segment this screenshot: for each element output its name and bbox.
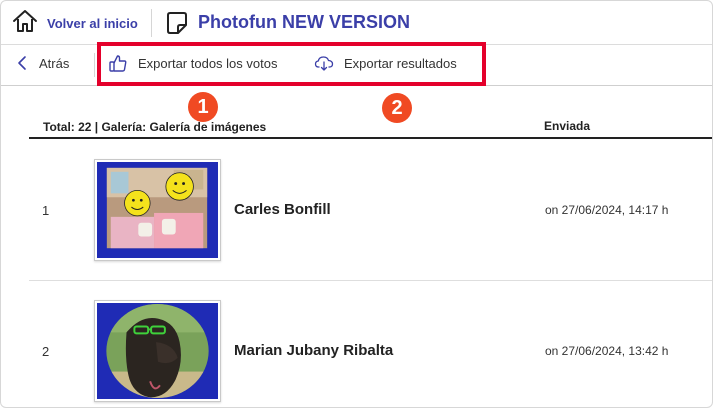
- row-number: 2: [42, 344, 50, 359]
- highlight-box: [97, 42, 486, 86]
- back-label: Atrás: [39, 55, 70, 71]
- back-button[interactable]: Atrás: [17, 55, 69, 71]
- participant-name: Carles Bonfill: [234, 201, 331, 218]
- sent-date: on 27/06/2024, 14:17 h: [545, 203, 669, 217]
- header-bar: Volver al inicio Photofun NEW VERSION: [1, 1, 712, 45]
- home-label: Volver al inicio: [47, 15, 138, 31]
- app-title: Photofun NEW VERSION: [198, 12, 410, 32]
- table-header: Total: 22 | Galería: Galería de imágenes…: [29, 117, 712, 139]
- photo-thumbnail[interactable]: [94, 159, 221, 261]
- table-row[interactable]: 2 Marian Jubany Ribalta on 27/06/2024, 1…: [29, 282, 712, 407]
- chevron-left-icon: [18, 56, 26, 70]
- home-button[interactable]: Volver al inicio: [11, 9, 138, 37]
- row-number: 1: [42, 203, 50, 218]
- photo-image: [97, 303, 218, 399]
- table-row[interactable]: 1 Carles Bonfill on 27/06/2024, 14:17 h: [29, 140, 712, 281]
- sticker-icon: [167, 12, 187, 34]
- participant-name: Marian Jubany Ribalta: [234, 342, 394, 359]
- total-label: Total: 22 | Galería: Galería de imágenes: [43, 120, 267, 134]
- sent-column-header: Enviada: [544, 119, 591, 133]
- sent-date: on 27/06/2024, 13:42 h: [545, 344, 669, 358]
- header-divider: [151, 9, 152, 37]
- home-icon: [11, 8, 39, 39]
- photo-thumbnail[interactable]: [94, 300, 221, 402]
- toolbar-divider: [94, 53, 95, 77]
- photo-image: [97, 162, 218, 258]
- app-window: Volver al inicio Photofun NEW VERSION At…: [0, 0, 713, 408]
